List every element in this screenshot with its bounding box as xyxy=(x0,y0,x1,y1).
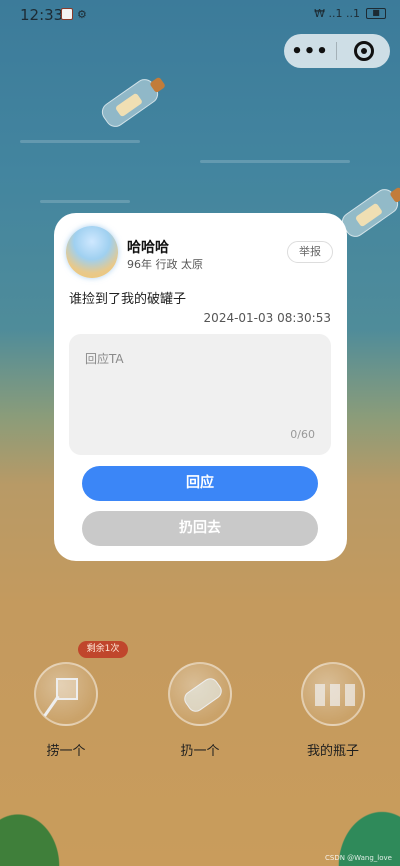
reply-placeholder: 回应TA xyxy=(85,352,124,366)
user-name: 哈哈哈 xyxy=(127,240,169,256)
more-menu-icon[interactable]: ••• xyxy=(284,41,336,62)
status-indicators: ₩ ..1 ..1 ■ xyxy=(314,7,386,20)
wave-line xyxy=(200,160,350,163)
close-capsule-button[interactable] xyxy=(337,41,390,61)
bottle-icon xyxy=(168,662,232,726)
wave-line xyxy=(20,140,140,143)
action-label-throw: 扔一个 xyxy=(180,744,220,759)
miniprogram-capsule: ••• xyxy=(284,34,390,68)
reply-textarea[interactable]: 回应TA 0/60 xyxy=(69,334,331,455)
remaining-count-badge: 剩余1次 xyxy=(78,641,128,658)
fish-one-button[interactable]: 捞一个 xyxy=(11,662,121,759)
throw-one-button[interactable]: 扔一个 xyxy=(145,662,255,759)
my-bottles-button[interactable]: 我的瓶子 xyxy=(278,662,388,759)
signal-text: ₩ ..1 ..1 xyxy=(314,7,360,20)
floating-bottle xyxy=(97,75,163,131)
app-notification-icon xyxy=(61,8,73,20)
net-icon xyxy=(34,662,98,726)
jars-icon xyxy=(301,662,365,726)
reply-button[interactable]: 回应 xyxy=(82,466,318,501)
target-icon xyxy=(353,41,374,61)
throw-back-button[interactable]: 扔回去 xyxy=(82,511,318,546)
user-meta: 96年 行政 太原 xyxy=(127,258,203,271)
bottle-message: 谁捡到了我的破罐子 xyxy=(69,292,187,307)
battery-icon: ■ xyxy=(366,8,386,19)
watermark: CSDN @Wang_love xyxy=(324,854,392,862)
floating-bottle xyxy=(337,185,400,241)
reply-char-count: 0/60 xyxy=(290,428,315,441)
message-timestamp: 2024-01-03 08:30:53 xyxy=(203,311,331,325)
leaves-decoration-left xyxy=(0,776,90,866)
action-label-fish: 捞一个 xyxy=(46,744,86,759)
bottle-card: 哈哈哈 96年 行政 太原 举报 谁捡到了我的破罐子 2024-01-03 08… xyxy=(54,213,347,561)
avatar[interactable] xyxy=(66,226,118,278)
status-time: 12:33 xyxy=(20,6,64,24)
report-button[interactable]: 举报 xyxy=(287,241,333,263)
wave-line xyxy=(40,200,130,203)
notification-icon: ⚙ xyxy=(77,8,87,21)
leaves-decoration-right xyxy=(310,776,400,866)
action-label-my-bottles: 我的瓶子 xyxy=(306,744,359,759)
status-bar: 12:33 ⚙ ₩ ..1 ..1 ■ xyxy=(0,0,400,30)
